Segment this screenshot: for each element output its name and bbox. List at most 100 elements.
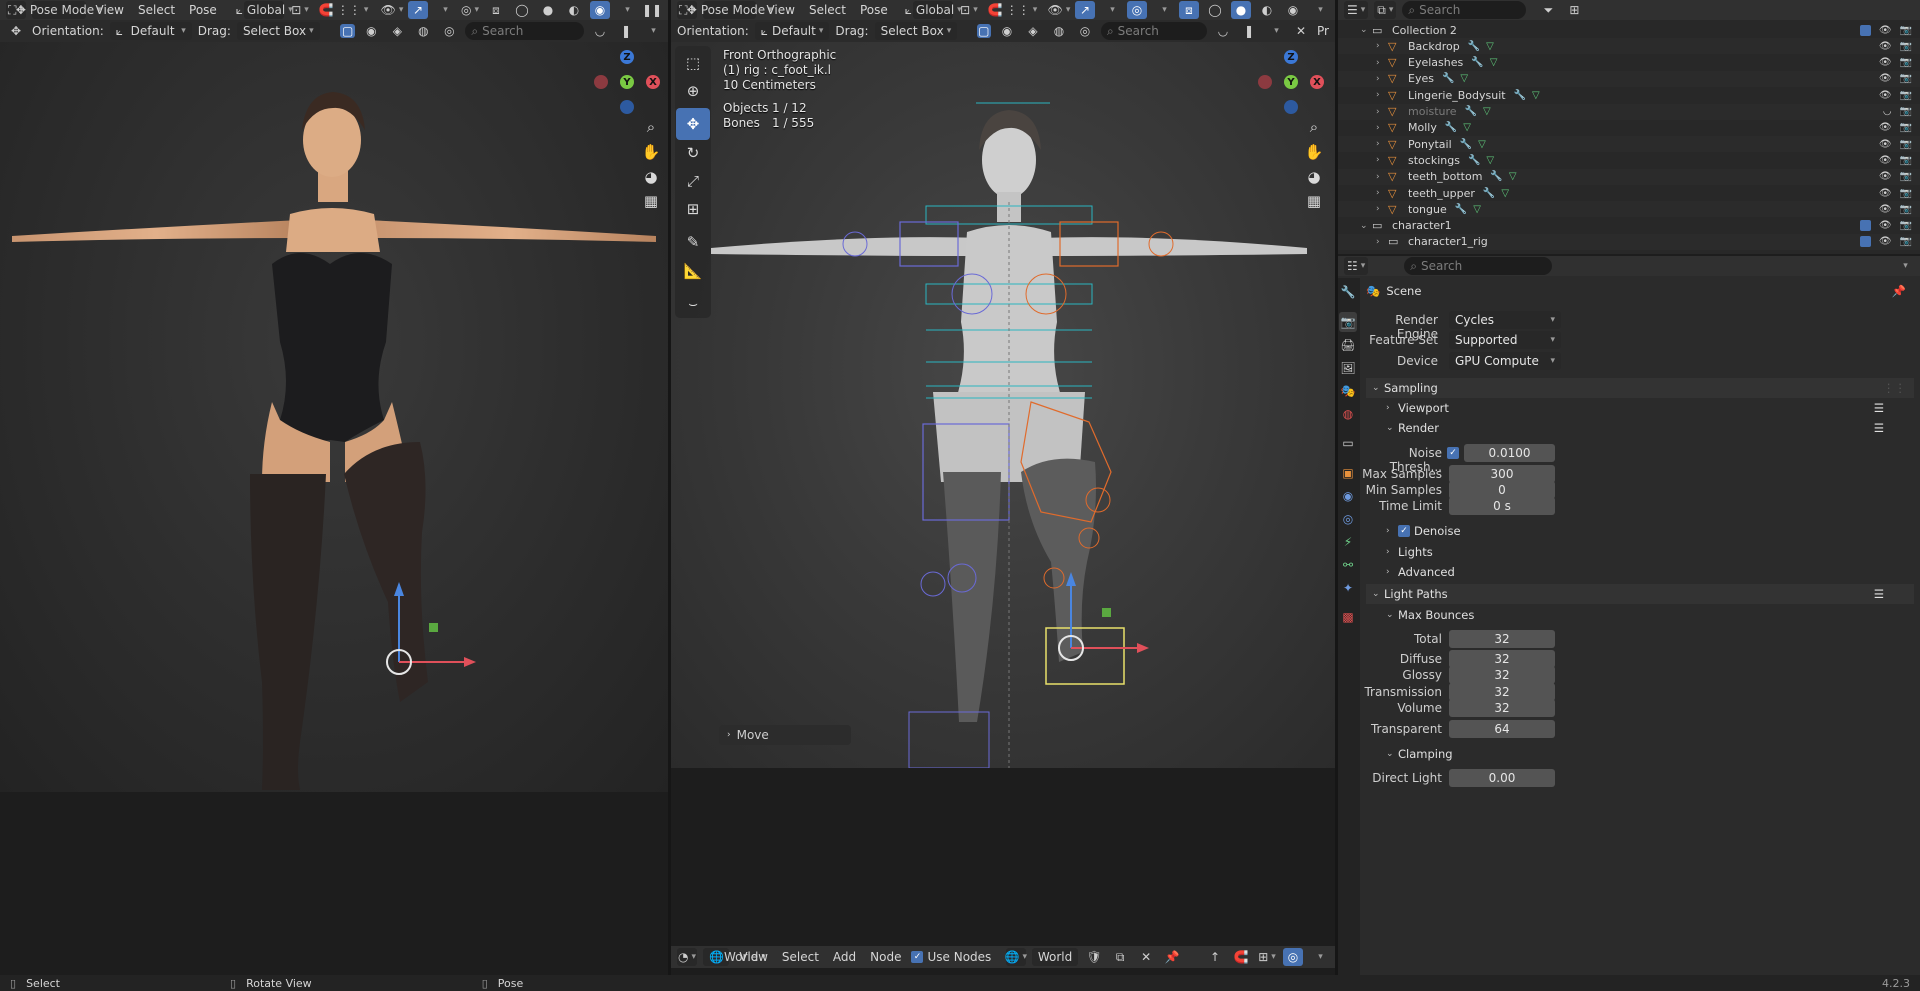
- snap-icon[interactable]: 🧲: [1231, 948, 1251, 966]
- transform-orientation-selector[interactable]: ⟀ Global ▾: [905, 1, 962, 19]
- camera-icon[interactable]: 📷: [1900, 220, 1912, 231]
- camera-icon[interactable]: ◕: [638, 164, 664, 190]
- left-viewport[interactable]: Z Y X ⌕ ✋ ◕ ▦: [0, 42, 668, 792]
- render-subpanel-header[interactable]: ⌄ Render ☰: [1366, 418, 1914, 438]
- chevron-right-icon[interactable]: ›: [1376, 41, 1388, 51]
- menu-pose[interactable]: Pose: [185, 3, 221, 17]
- select-subtract-icon[interactable]: ◈: [1023, 22, 1043, 40]
- ortho-grid-icon[interactable]: ▦: [1301, 188, 1327, 214]
- annotate-tool-icon[interactable]: ✎: [676, 226, 710, 258]
- axis-neg-z-icon[interactable]: [620, 100, 634, 114]
- outliner-row[interactable]: › ▽ Eyes 🔧 ▽ 👁 📷: [1338, 70, 1920, 87]
- light-paths-panel-header[interactable]: ⌄ Light Paths ☰: [1366, 584, 1914, 604]
- modifier-icon[interactable]: 🔧: [1442, 73, 1454, 84]
- camera-icon[interactable]: 📷: [1900, 25, 1912, 36]
- shading-rendered-icon[interactable]: ◉: [1283, 1, 1303, 19]
- axis-z-icon[interactable]: Z: [620, 50, 634, 64]
- modifier-icon[interactable]: 🔧: [1471, 57, 1483, 68]
- pan-hand-icon[interactable]: ✋: [638, 139, 664, 165]
- duplicate-icon[interactable]: ⧉: [1110, 948, 1130, 966]
- mesh-data-icon[interactable]: ▽: [1490, 57, 1498, 68]
- mode-selector[interactable]: ✥ Pose Mode ▾: [687, 1, 773, 19]
- clamping-subpanel-header[interactable]: ⌄ Clamping: [1366, 744, 1914, 764]
- render-tab-icon[interactable]: 📷: [1339, 312, 1357, 332]
- mesh-data-icon[interactable]: ▽: [1473, 204, 1481, 215]
- shading-solid-icon[interactable]: ●: [1231, 1, 1251, 19]
- editor-type-icon[interactable]: ☰ ▾: [1344, 1, 1369, 19]
- camera-icon[interactable]: 📷: [1900, 139, 1912, 150]
- eye-icon[interactable]: ◡: [1883, 106, 1892, 117]
- pause-render-icon[interactable]: ❚❚: [642, 1, 662, 19]
- axis-neg-z-icon[interactable]: [1284, 100, 1298, 114]
- total-bounces-field[interactable]: 32: [1449, 630, 1555, 648]
- outliner-row[interactable]: ⌄ ▭ Collection 2 👁 📷: [1338, 22, 1920, 38]
- left-search-input[interactable]: ⌕ Search: [465, 22, 584, 40]
- texture-tab-icon[interactable]: ▩: [1339, 607, 1357, 627]
- particles-tab-icon[interactable]: ◎: [1339, 509, 1357, 529]
- eye-icon[interactable]: 👁: [1879, 204, 1892, 215]
- eye-icon[interactable]: 👁: [1879, 171, 1892, 182]
- output-tab-icon[interactable]: 🖨: [1339, 335, 1357, 355]
- outliner-row[interactable]: › ▽ Lingerie_Bodysuit 🔧 ▽ 👁 📷: [1338, 87, 1920, 103]
- filter-icon[interactable]: ◡: [590, 22, 610, 40]
- chevron-down-icon[interactable]: ⌄: [1360, 221, 1372, 231]
- mesh-data-icon[interactable]: ▽: [1509, 171, 1517, 182]
- visibility-icon[interactable]: 👁 ▾: [381, 1, 404, 19]
- eye-icon[interactable]: 👁: [1879, 236, 1892, 247]
- device-dropdown[interactable]: GPU Compute ▾: [1449, 352, 1561, 370]
- select-intersect-icon[interactable]: ◎: [1075, 22, 1095, 40]
- modifier-icon[interactable]: 🔧: [1514, 90, 1526, 101]
- overlay-toggle-icon[interactable]: ◎ ▾: [460, 1, 480, 19]
- unlink-icon[interactable]: ✕: [1136, 948, 1156, 966]
- select-mode-icon[interactable]: ▢: [339, 24, 356, 38]
- pan-hand-icon[interactable]: ✋: [1301, 139, 1327, 165]
- chevron-right-icon[interactable]: ›: [1376, 107, 1388, 117]
- select-invert-icon[interactable]: ◍: [413, 22, 433, 40]
- mesh-data-icon[interactable]: ▽: [1478, 139, 1486, 150]
- snap-mode-icon[interactable]: ⊞ ▾: [1257, 948, 1277, 966]
- camera-icon[interactable]: 📷: [1900, 204, 1912, 215]
- outliner-search-input[interactable]: ⌕ Search: [1402, 1, 1527, 19]
- shading-dropdown-icon[interactable]: ▾: [1309, 1, 1329, 19]
- outliner-row[interactable]: › ▽ Molly 🔧 ▽ 👁 📷: [1338, 120, 1920, 136]
- list-presets-icon[interactable]: ☰: [1874, 421, 1884, 435]
- camera-icon[interactable]: 📷: [1900, 73, 1912, 84]
- lights-subpanel-header[interactable]: › Lights: [1366, 542, 1914, 562]
- select-subtract-icon[interactable]: ◈: [387, 22, 407, 40]
- camera-icon[interactable]: 📷: [1900, 90, 1912, 101]
- chevron-right-icon[interactable]: ›: [1376, 172, 1388, 182]
- pivot-icon[interactable]: ⊡ ▾: [959, 1, 979, 19]
- snap-icon[interactable]: 🧲: [985, 1, 1005, 19]
- world-tab-icon[interactable]: ◍: [1339, 404, 1357, 424]
- shading-wireframe-icon[interactable]: ◯: [1205, 1, 1225, 19]
- mesh-data-icon[interactable]: ▽: [1486, 155, 1494, 166]
- camera-icon[interactable]: 📷: [1900, 57, 1912, 68]
- eye-icon[interactable]: 👁: [1879, 220, 1892, 231]
- eye-icon[interactable]: 👁: [1879, 139, 1892, 150]
- render-engine-dropdown[interactable]: Cycles ▾: [1449, 311, 1561, 329]
- orientation-dropdown[interactable]: ⟀ Default ▾: [109, 22, 192, 40]
- shading-solid-icon[interactable]: ●: [538, 1, 558, 19]
- outliner-row[interactable]: › ▽ stockings 🔧 ▽ 👁 📷: [1338, 152, 1920, 168]
- glossy-bounces-field[interactable]: 32: [1449, 666, 1555, 684]
- mesh-data-icon[interactable]: ▽: [1532, 90, 1540, 101]
- measure-tool-icon[interactable]: 📐: [676, 255, 710, 287]
- zoom-icon[interactable]: ⌕: [1301, 114, 1327, 140]
- shading-material-icon[interactable]: ◐: [564, 1, 584, 19]
- overlay-toggle-icon[interactable]: ◎: [1283, 948, 1303, 966]
- eye-icon[interactable]: 👁: [1879, 25, 1892, 36]
- noise-threshold-field[interactable]: 0.0100: [1464, 444, 1555, 462]
- axis-z-icon[interactable]: Z: [1284, 50, 1298, 64]
- eye-icon[interactable]: 👁: [1879, 122, 1892, 133]
- outliner-row[interactable]: › ▽ Ponytail 🔧 ▽ 👁 📷: [1338, 136, 1920, 153]
- camera-icon[interactable]: 📷: [1900, 106, 1912, 117]
- modifier-icon[interactable]: 🔧: [1455, 204, 1467, 215]
- options-dropdown-icon[interactable]: ▾: [1265, 22, 1285, 40]
- menu-pose[interactable]: Pose: [856, 3, 892, 17]
- eye-icon[interactable]: 👁: [1879, 41, 1892, 52]
- axis-y-icon[interactable]: Y: [620, 75, 634, 89]
- chevron-down-icon[interactable]: ›: [1376, 237, 1388, 247]
- world-datablock-icon[interactable]: 🌐 ▾: [1005, 948, 1027, 966]
- collection-tab-icon[interactable]: ▭: [1339, 433, 1357, 453]
- visibility-icon[interactable]: 👁 ▾: [1048, 1, 1071, 19]
